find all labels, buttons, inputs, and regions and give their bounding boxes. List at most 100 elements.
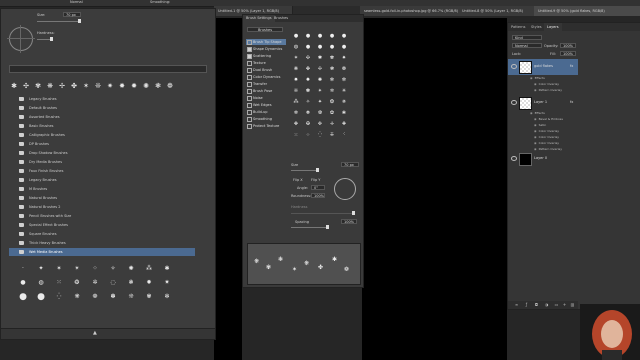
- recent-brush-3[interactable]: ✾: [33, 81, 43, 91]
- brush-thumb[interactable]: ✴: [71, 265, 83, 273]
- brush-folder[interactable]: Dry Media Brushes: [9, 158, 195, 166]
- brush-tip[interactable]: ⁙: [291, 132, 301, 141]
- brush-tip[interactable]: ✲: [327, 88, 337, 97]
- brush-thumb[interactable]: ❂: [71, 279, 83, 287]
- brush-thumb[interactable]: ✲: [89, 279, 101, 287]
- brush-tip[interactable]: ✸: [291, 77, 301, 86]
- trash-icon[interactable]: ▥: [570, 302, 575, 307]
- brush-thumb[interactable]: ●: [35, 293, 47, 302]
- brush-tip[interactable]: ✥: [291, 121, 301, 130]
- new-layer-icon[interactable]: +: [562, 302, 567, 307]
- filter-kind-select[interactable]: Kind: [512, 35, 542, 40]
- brush-thumb[interactable]: ◍: [35, 279, 47, 287]
- brush-tip[interactable]: ●: [339, 33, 349, 42]
- flip-x-checkbox[interactable]: Flip X: [293, 178, 303, 182]
- size-field[interactable]: 70 px: [63, 12, 81, 17]
- add-mask-icon[interactable]: ◘: [534, 302, 539, 307]
- brush-tip[interactable]: ●: [291, 33, 301, 42]
- option-scattering[interactable]: Scattering: [246, 53, 286, 59]
- brush-tip[interactable]: ✠: [303, 121, 313, 130]
- layer-row[interactable]: Layer 1 fx: [508, 95, 578, 111]
- brush-thumb[interactable]: ✶: [53, 265, 65, 273]
- brush-folder[interactable]: Assorted Brushes: [9, 113, 195, 121]
- brush-folder[interactable]: Natural Brushes: [9, 194, 195, 202]
- brush-tip[interactable]: ●: [315, 33, 325, 42]
- brush-tip[interactable]: ✦: [315, 99, 325, 108]
- recent-brush-4[interactable]: ❋: [45, 81, 55, 91]
- brush-tip[interactable]: ✚: [339, 121, 349, 130]
- brush-folder[interactable]: Basic Brushes: [9, 122, 195, 130]
- brush-folder[interactable]: Calligraphic Brushes: [9, 131, 195, 139]
- fx-menu-icon[interactable]: ƒ: [524, 302, 529, 307]
- recent-brush-9[interactable]: ✷: [105, 81, 115, 91]
- brush-thumb[interactable]: ✾: [143, 293, 155, 301]
- new-group-icon[interactable]: ▭: [554, 302, 559, 307]
- recent-brush-14[interactable]: ❁: [165, 81, 175, 91]
- brush-tip[interactable]: ●: [327, 44, 337, 53]
- brush-tip[interactable]: ✜: [315, 121, 325, 130]
- brush-thumb[interactable]: ✹: [143, 279, 155, 287]
- brush-folder[interactable]: Thick Heavy Brushes: [9, 239, 195, 247]
- brush-tip[interactable]: ✼: [339, 77, 349, 86]
- option-wet-edges[interactable]: Wet Edges: [246, 102, 286, 108]
- brush-search-input[interactable]: [9, 65, 207, 73]
- brush-folder[interactable]: Natural Brushes 2: [9, 203, 195, 211]
- recent-brush-12[interactable]: ✺: [141, 81, 151, 91]
- brush-tip[interactable]: ✱: [315, 55, 325, 64]
- brush-tip[interactable]: ❊: [291, 88, 301, 97]
- angle-roundness-widget[interactable]: [331, 175, 357, 201]
- option-shape-dynamics[interactable]: Shape Dynamics: [246, 46, 286, 52]
- recent-brush-5[interactable]: ✢: [57, 81, 67, 91]
- brush-thumb[interactable]: ❋: [71, 293, 83, 301]
- brush-folder[interactable]: Legacy Brushes: [9, 176, 195, 184]
- brush-tip[interactable]: ❅: [303, 110, 313, 119]
- brush-folder[interactable]: Legacy Brushes: [9, 95, 195, 103]
- mode-label[interactable]: Normal: [70, 0, 83, 4]
- hardness-slider[interactable]: [291, 211, 355, 215]
- brush-tip[interactable]: ●: [303, 44, 313, 53]
- brush-tip[interactable]: ⁛: [315, 132, 325, 141]
- recent-brush-10[interactable]: ✸: [117, 81, 127, 91]
- visibility-eye-icon[interactable]: [511, 64, 517, 69]
- spacing-checkbox[interactable]: Spacing: [295, 220, 309, 224]
- brush-folder[interactable]: Drop Shadow Brushes: [9, 149, 195, 157]
- recent-brush-6[interactable]: ✤: [69, 81, 79, 91]
- brush-thumb[interactable]: ⁘: [89, 265, 101, 273]
- canvas-area[interactable]: [362, 18, 507, 360]
- brush-thumb[interactable]: ✦: [35, 265, 47, 273]
- size-slider[interactable]: [37, 19, 81, 23]
- option-brush-tip-shape[interactable]: Brush Tip Shape: [246, 39, 286, 45]
- brush-tip[interactable]: ❃: [327, 66, 337, 75]
- recent-brush-13[interactable]: ❃: [153, 81, 163, 91]
- brush-folder[interactable]: Square Brushes: [9, 230, 195, 238]
- brush-thumb[interactable]: ❁: [89, 293, 101, 301]
- fx-icon[interactable]: fx: [570, 100, 573, 104]
- tab-patterns[interactable]: Patterns: [508, 23, 528, 31]
- brush-tip[interactable]: ●: [339, 44, 349, 53]
- brush-thumb[interactable]: ◌: [107, 279, 119, 287]
- recent-brush-1[interactable]: ✱: [9, 81, 19, 91]
- brush-thumb[interactable]: ⁛: [53, 293, 65, 301]
- blend-mode-select[interactable]: Normal: [512, 43, 542, 48]
- brush-folder-selected[interactable]: Wet Media Brushes: [9, 248, 195, 256]
- brush-folder[interactable]: Special Effect Brushes: [9, 221, 195, 229]
- hardness-slider[interactable]: [37, 37, 53, 41]
- brush-tip[interactable]: ❁: [339, 66, 349, 75]
- angle-circle[interactable]: [334, 178, 356, 200]
- brush-tip[interactable]: ✽: [303, 88, 313, 97]
- brush-tip[interactable]: ✺: [315, 77, 325, 86]
- option-build-up[interactable]: Build-up: [246, 109, 286, 115]
- brush-tip[interactable]: ❋: [291, 66, 301, 75]
- layer-row[interactable]: gold flakes fx: [508, 59, 578, 75]
- recent-brush-8[interactable]: ❊: [93, 81, 103, 91]
- option-dual-brush[interactable]: Dual Brush: [246, 67, 286, 73]
- brush-tip[interactable]: ✹: [303, 77, 313, 86]
- brush-tip[interactable]: ●: [303, 33, 313, 42]
- brush-folder[interactable]: Pencil Brushes with Size: [9, 212, 195, 220]
- brush-tip[interactable]: ◍: [291, 44, 301, 53]
- brush-thumb[interactable]: ⁙: [53, 279, 65, 287]
- brush-angle-preview[interactable]: [7, 25, 35, 53]
- link-layers-icon[interactable]: ∞: [514, 302, 519, 307]
- adjustment-layer-icon[interactable]: ◑: [544, 302, 549, 307]
- brush-thumb[interactable]: ⁂: [143, 265, 155, 273]
